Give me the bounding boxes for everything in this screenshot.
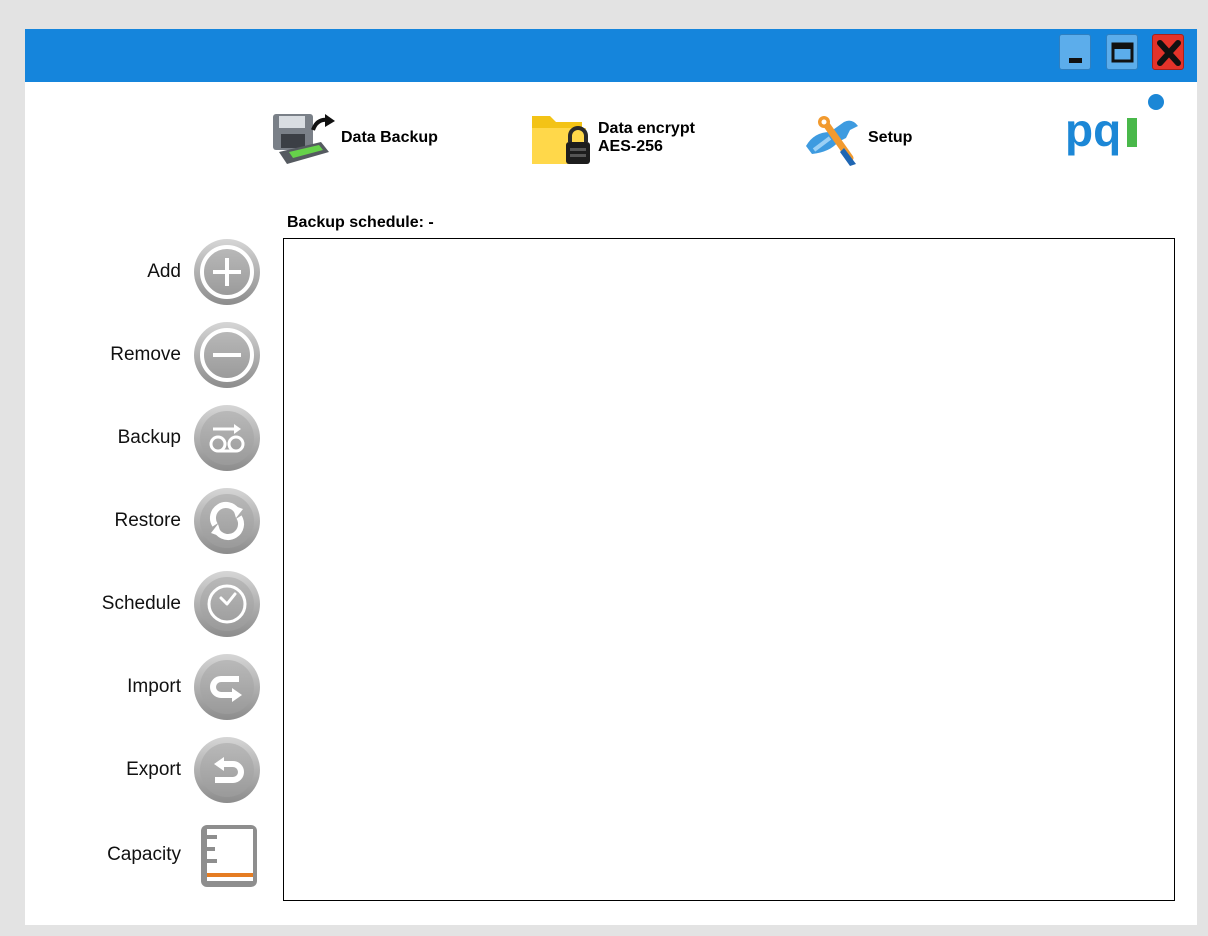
pqi-logo: pq bbox=[1065, 90, 1175, 165]
plus-circle-icon bbox=[194, 239, 260, 305]
add-label: Add bbox=[147, 261, 181, 282]
data-backup-label: Data Backup bbox=[341, 129, 438, 146]
backup-schedule-list[interactable] bbox=[283, 238, 1175, 901]
sidebar-export-button[interactable]: Export bbox=[25, 734, 261, 806]
capacity-gauge-icon bbox=[201, 825, 257, 887]
restore-circle-icon bbox=[194, 488, 260, 554]
sidebar-add-button[interactable]: Add bbox=[25, 236, 261, 308]
data-encrypt-label: Data encrypt AES-256 bbox=[598, 120, 695, 155]
setup-button[interactable]: Setup bbox=[800, 103, 912, 173]
setup-label: Setup bbox=[868, 129, 913, 146]
minimize-icon bbox=[1069, 58, 1082, 63]
app-window: Data Backup Data encrypt AES-256 Setup p… bbox=[25, 29, 1197, 925]
import-circle-icon bbox=[194, 654, 260, 720]
close-button[interactable] bbox=[1152, 34, 1184, 70]
data-encrypt-button[interactable]: Data encrypt AES-256 bbox=[530, 103, 695, 173]
export-label: Export bbox=[126, 759, 181, 780]
maximize-icon bbox=[1111, 42, 1134, 63]
close-icon bbox=[1157, 40, 1181, 66]
export-circle-icon bbox=[194, 737, 260, 803]
minus-circle-icon bbox=[194, 322, 260, 388]
title-bar[interactable] bbox=[25, 29, 1197, 82]
minimize-button[interactable] bbox=[1059, 34, 1091, 70]
maximize-button[interactable] bbox=[1106, 34, 1138, 70]
capacity-label: Capacity bbox=[107, 844, 181, 865]
backup-schedule-label: Backup schedule: - bbox=[287, 214, 434, 231]
import-label: Import bbox=[127, 676, 181, 697]
clock-circle-icon bbox=[194, 571, 260, 637]
sidebar-schedule-button[interactable]: Schedule bbox=[25, 568, 261, 640]
sidebar-restore-button[interactable]: Restore bbox=[25, 485, 261, 557]
pqi-logo-icon: pq bbox=[1065, 94, 1164, 156]
backup-circle-icon bbox=[194, 405, 260, 471]
sidebar-remove-button[interactable]: Remove bbox=[25, 319, 261, 391]
backup-label: Backup bbox=[117, 427, 181, 448]
restore-label: Restore bbox=[114, 510, 181, 531]
svg-text:pq: pq bbox=[1065, 104, 1121, 156]
remove-label: Remove bbox=[110, 344, 181, 365]
data-backup-button[interactable]: Data Backup bbox=[269, 103, 438, 173]
sidebar-backup-button[interactable]: Backup bbox=[25, 402, 261, 474]
tools-icon bbox=[806, 116, 858, 166]
encrypted-folder-icon bbox=[532, 116, 590, 164]
schedule-label: Schedule bbox=[101, 593, 181, 614]
sidebar-capacity-button[interactable]: Capacity bbox=[25, 819, 261, 891]
backup-drive-icon bbox=[273, 114, 335, 164]
sidebar-import-button[interactable]: Import bbox=[25, 651, 261, 723]
